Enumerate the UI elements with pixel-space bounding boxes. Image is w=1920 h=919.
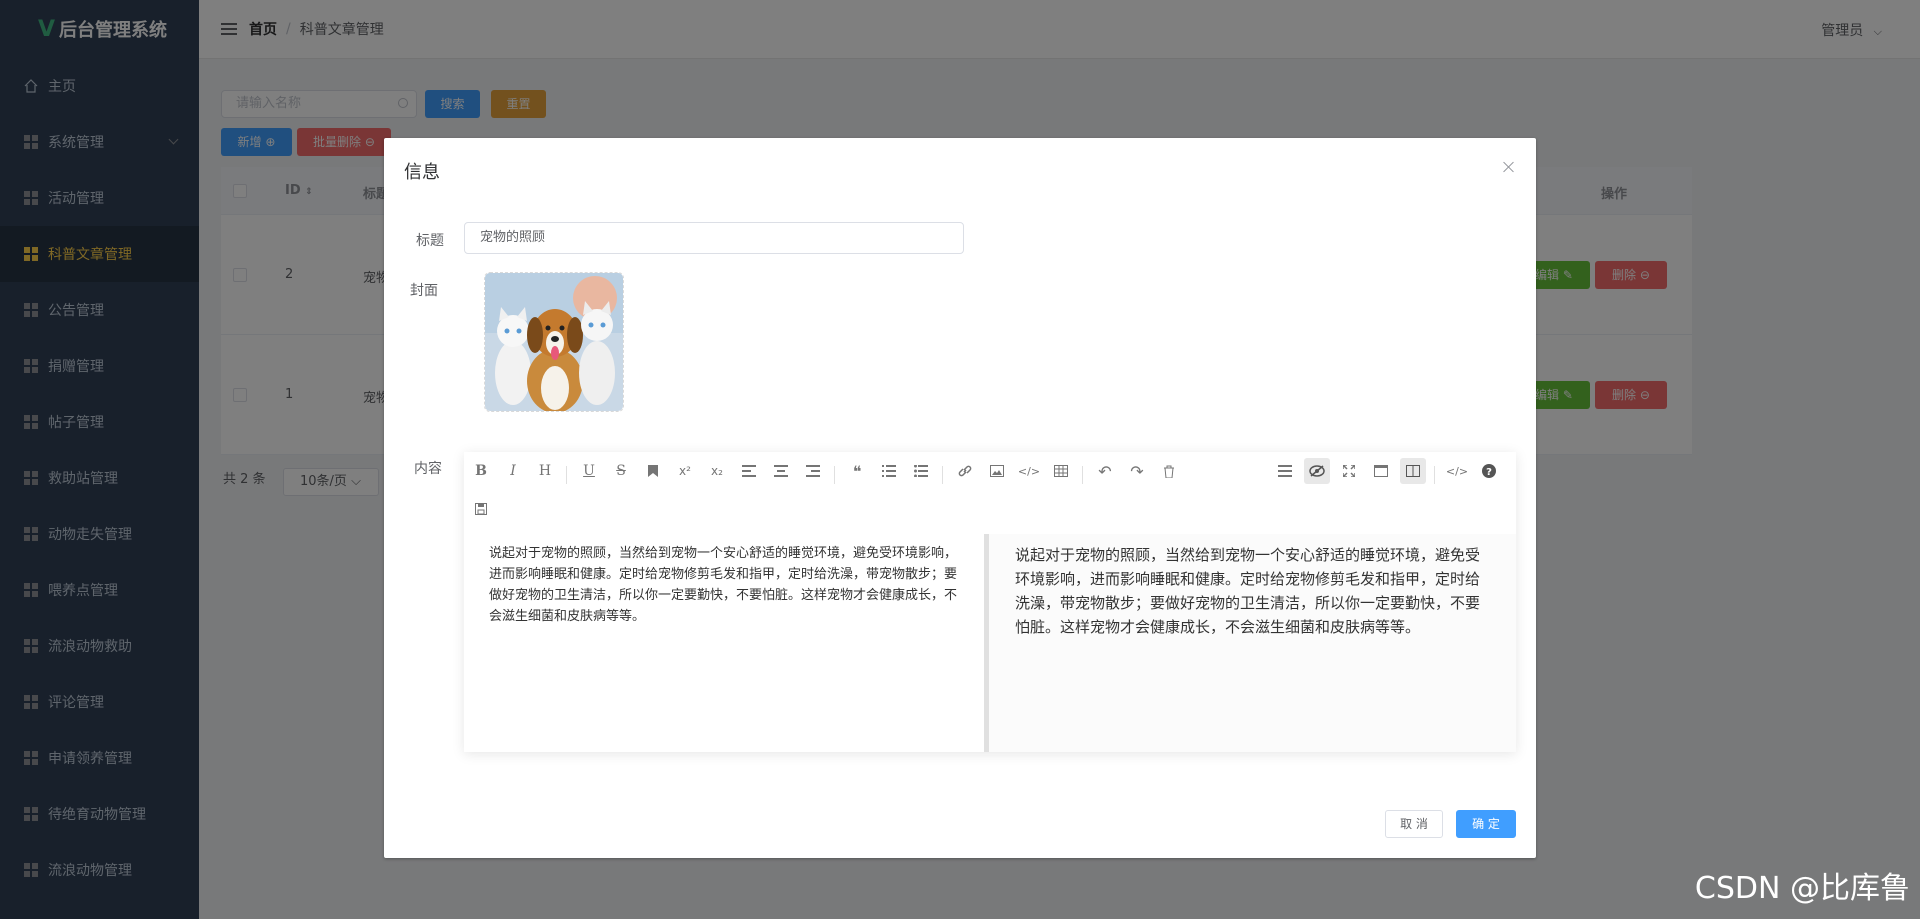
subscript-icon[interactable]: x₂ (704, 458, 730, 484)
toolbar-divider (1082, 466, 1083, 484)
undo-icon[interactable]: ↶ (1092, 458, 1118, 484)
ordered-list-icon[interactable] (876, 458, 902, 484)
editor-preview: 说起对于宠物的照顾，当然给到宠物一个安心舒适的睡觉环境，避免受环境影响，进而影响… (989, 534, 1516, 752)
markdown-editor: B I H U S x² x₂ ❝ </> ↶ ↷ </> ? 说起对于宠物的照… (464, 452, 1516, 752)
header-icon[interactable]: H (532, 458, 558, 484)
image-icon[interactable] (984, 458, 1010, 484)
toolbar-divider (834, 466, 835, 484)
code-icon[interactable]: </> (1016, 458, 1042, 484)
dialog-title: 信息 (404, 162, 440, 183)
strikethrough-icon[interactable]: S (608, 458, 634, 484)
content-label: 内容 (414, 461, 442, 477)
navigation-icon[interactable] (1272, 458, 1298, 484)
cover-image-upload[interactable] (484, 272, 624, 412)
editor-textarea[interactable]: 说起对于宠物的照顾，当然给到宠物一个安心舒适的睡觉环境，避免受环境影响，进而影响… (464, 534, 984, 752)
quote-icon[interactable]: ❝ (844, 458, 870, 484)
split-view-icon[interactable] (1400, 458, 1426, 484)
table-icon[interactable] (1048, 458, 1074, 484)
svg-text:?: ? (1486, 467, 1492, 478)
window-icon[interactable] (1368, 458, 1394, 484)
save-icon[interactable] (468, 496, 494, 522)
info-dialog: 信息 标题 宠物的照顾 封面 内容 B I H U S x² x₂ ❝ </> … (384, 138, 1536, 858)
pets-image (485, 273, 623, 411)
title-label: 标题 (416, 233, 444, 249)
align-right-icon[interactable] (800, 458, 826, 484)
preview-toggle-icon[interactable] (1304, 458, 1330, 484)
help-icon[interactable]: ? (1476, 458, 1502, 484)
bold-icon[interactable]: B (468, 458, 494, 484)
toolbar-divider (942, 466, 943, 484)
toolbar-divider (566, 466, 567, 484)
confirm-button[interactable]: 确 定 (1456, 810, 1516, 838)
toolbar-divider (1434, 466, 1435, 484)
cancel-button[interactable]: 取 消 (1385, 810, 1443, 838)
link-icon[interactable] (952, 458, 978, 484)
cover-label: 封面 (410, 283, 438, 299)
title-input[interactable]: 宠物的照顾 (464, 222, 964, 254)
close-icon[interactable] (1502, 160, 1516, 174)
trash-icon[interactable] (1156, 458, 1182, 484)
redo-icon[interactable]: ↷ (1124, 458, 1150, 484)
align-center-icon[interactable] (768, 458, 794, 484)
editor-toolbar: B I H U S x² x₂ ❝ </> ↶ ↷ </> ? (464, 452, 1516, 534)
superscript-icon[interactable]: x² (672, 458, 698, 484)
bookmark-icon[interactable] (640, 458, 666, 484)
unordered-list-icon[interactable] (908, 458, 934, 484)
underline-icon[interactable]: U (576, 458, 602, 484)
watermark: CSDN @比库鲁 (1694, 871, 1910, 906)
align-left-icon[interactable] (736, 458, 762, 484)
italic-icon[interactable]: I (500, 458, 526, 484)
html-code-icon[interactable]: </> (1444, 458, 1470, 484)
fullscreen-icon[interactable] (1336, 458, 1362, 484)
